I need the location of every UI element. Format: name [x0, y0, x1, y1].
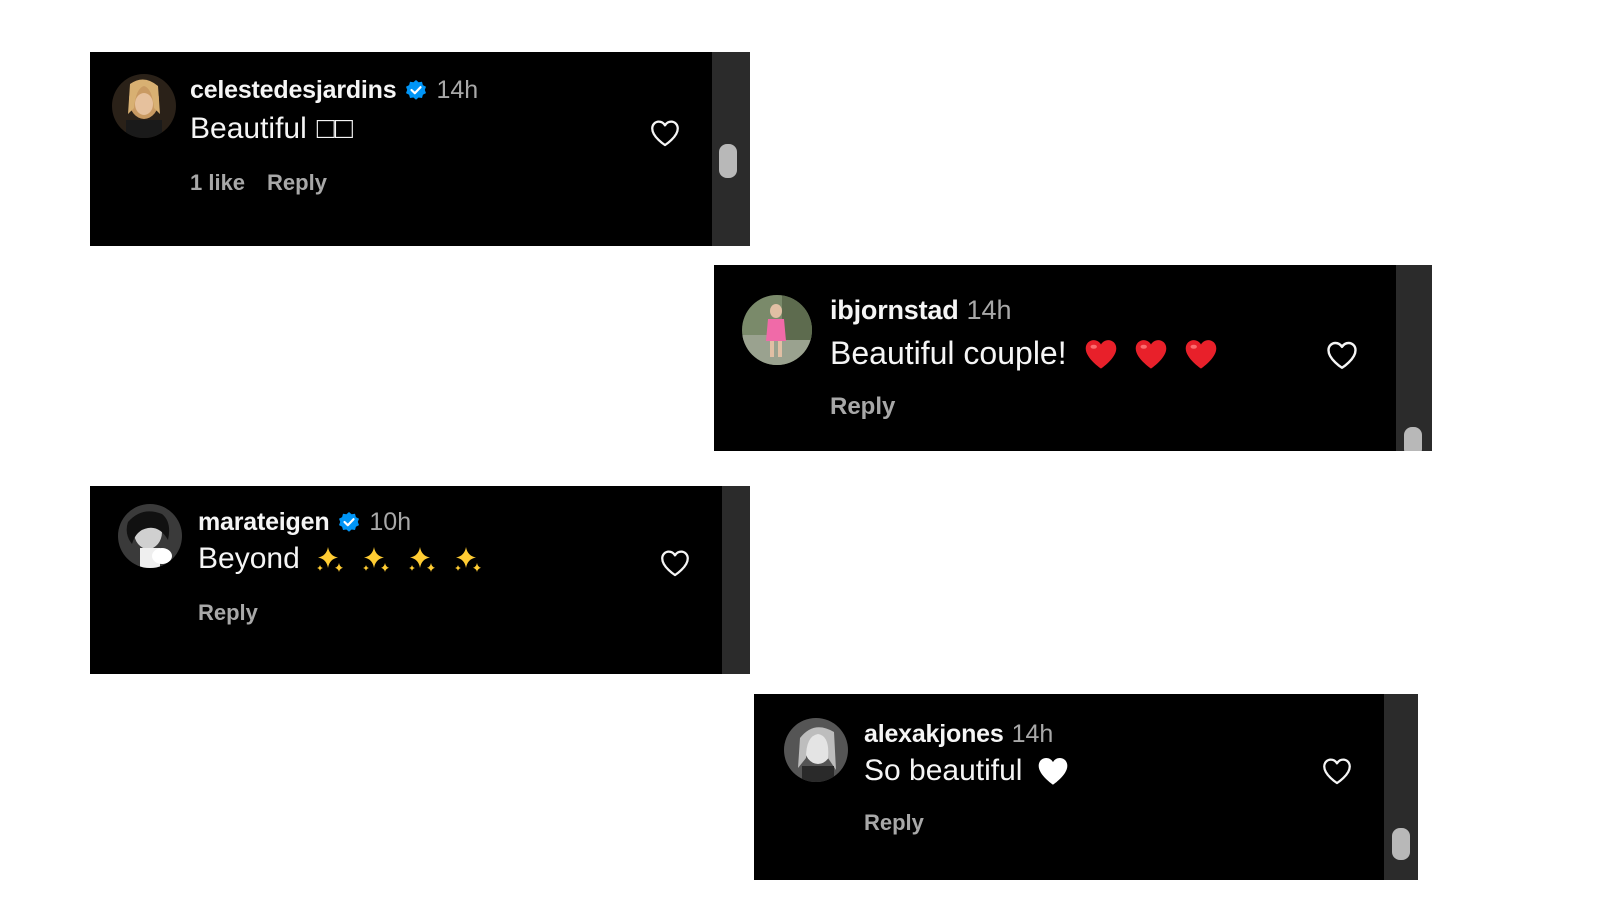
red-heart-icon	[1183, 338, 1219, 370]
scrollbar[interactable]	[712, 52, 750, 246]
verified-badge-icon	[337, 511, 361, 535]
scrollbar-thumb[interactable]	[1404, 427, 1422, 451]
white-heart-icon	[1036, 756, 1070, 786]
comment-text: Beautiful	[190, 112, 307, 145]
comment-card: alexakjones 14h So beautiful Reply	[754, 694, 1418, 880]
comment-text-row: Beautiful couple!	[830, 335, 1219, 372]
comment-meta: marateigen 10h	[198, 508, 411, 537]
heart-outline-icon[interactable]	[1324, 337, 1360, 373]
comment-text: Beautiful couple!	[830, 335, 1067, 371]
username[interactable]: celestedesjardins	[190, 76, 397, 105]
timestamp: 14h	[1011, 720, 1054, 748]
sparkles-icon	[406, 543, 438, 575]
comment-actions: Reply	[830, 393, 895, 421]
scrollbar[interactable]	[1384, 694, 1418, 880]
heart-outline-icon[interactable]	[1320, 754, 1354, 788]
comment-text-row: So beautiful	[864, 754, 1070, 788]
comment-text-row: Beautiful □□	[190, 112, 353, 146]
scrollbar[interactable]	[1396, 265, 1432, 451]
scrollbar-thumb[interactable]	[719, 144, 737, 178]
comment-card: celestedesjardins 14h Beautiful □□ 1 lik…	[90, 52, 750, 246]
avatar[interactable]	[742, 295, 812, 365]
comment-meta: ibjornstad 14h	[830, 295, 1012, 326]
timestamp: 10h	[369, 508, 412, 536]
username[interactable]: marateigen	[198, 508, 330, 537]
red-heart-icon	[1083, 338, 1119, 370]
scrollbar[interactable]	[722, 486, 750, 674]
comment-text: Beyond	[198, 542, 300, 575]
verified-badge-icon	[404, 79, 428, 103]
red-heart-icon	[1133, 338, 1169, 370]
comment-text-row: Beyond	[198, 542, 484, 576]
reply-button[interactable]: Reply	[864, 810, 924, 836]
username[interactable]: ibjornstad	[830, 295, 959, 326]
timestamp: 14h	[436, 76, 479, 104]
scrollbar-thumb[interactable]	[1392, 828, 1410, 860]
comment-actions: 1 like Reply	[190, 170, 327, 196]
avatar[interactable]	[784, 718, 848, 782]
timestamp: 14h	[966, 295, 1012, 325]
avatar[interactable]	[112, 74, 176, 138]
sparkles-icon	[360, 543, 392, 575]
comment-actions: Reply	[864, 810, 924, 836]
comment-meta: celestedesjardins 14h	[190, 76, 478, 105]
comment-card: marateigen 10h Beyond Reply	[90, 486, 750, 674]
heart-outline-icon[interactable]	[658, 546, 692, 580]
comment-text: So beautiful	[864, 754, 1023, 787]
comment-card: ibjornstad 14h Beautiful couple! Reply	[714, 265, 1432, 451]
comment-meta: alexakjones 14h	[864, 720, 1053, 749]
comment-actions: Reply	[198, 600, 258, 626]
sparkles-icon	[314, 543, 346, 575]
reply-button[interactable]: Reply	[267, 170, 327, 196]
reply-button[interactable]: Reply	[198, 600, 258, 626]
avatar[interactable]	[118, 504, 182, 568]
heart-outline-icon[interactable]	[648, 116, 682, 150]
reply-button[interactable]: Reply	[830, 393, 895, 421]
emoji-placeholder: □□	[316, 112, 353, 145]
likes-count[interactable]: 1 like	[190, 170, 245, 196]
sparkles-icon	[452, 543, 484, 575]
username[interactable]: alexakjones	[864, 720, 1004, 749]
